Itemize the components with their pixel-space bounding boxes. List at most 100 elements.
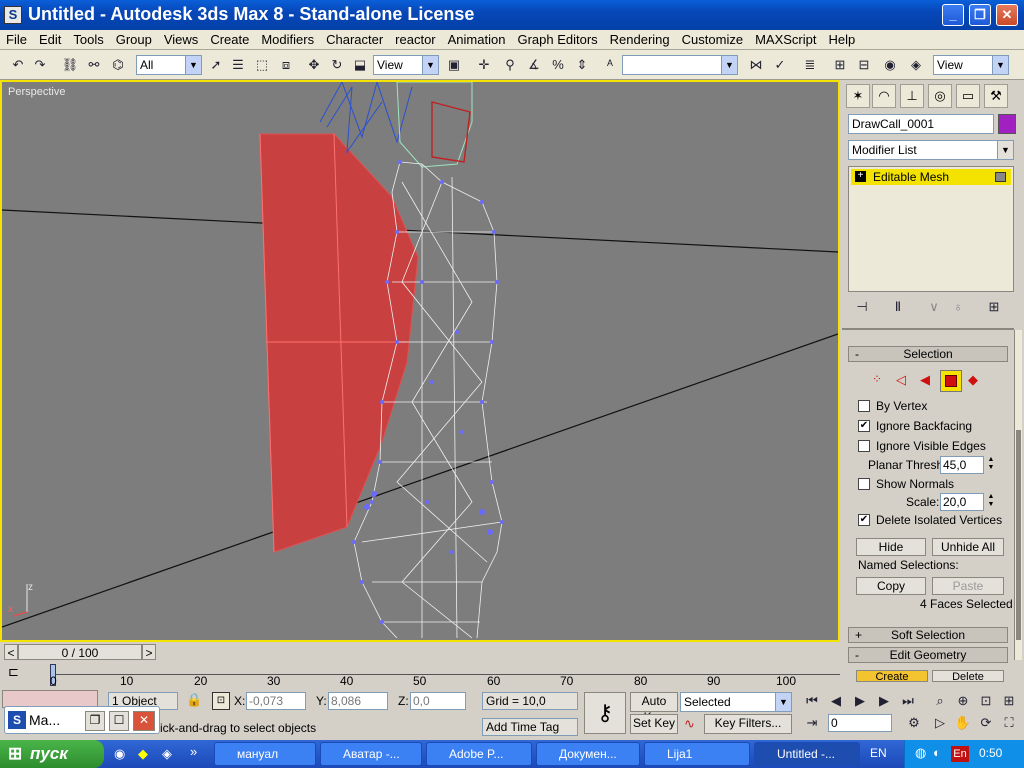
field-of-view-icon[interactable]: ▷ bbox=[930, 712, 950, 734]
copy-button[interactable]: Copy bbox=[856, 577, 926, 595]
close-button[interactable]: ✕ bbox=[996, 4, 1018, 26]
menu-create[interactable]: Create bbox=[204, 30, 255, 50]
utilities-tab-icon[interactable]: ⚒ bbox=[984, 84, 1008, 108]
select-manipulate-icon[interactable]: ✛ bbox=[474, 54, 494, 76]
previous-frame-icon[interactable]: ◀ bbox=[826, 690, 846, 712]
edge-subobject-icon[interactable]: ◁ bbox=[896, 372, 906, 388]
y-coord-field[interactable]: 8,086 bbox=[328, 692, 388, 710]
display-tab-icon[interactable]: ▭ bbox=[956, 84, 980, 108]
pin-stack-icon[interactable]: ⊣ bbox=[852, 296, 872, 318]
bind-space-warp-icon[interactable]: ⌬ bbox=[108, 54, 128, 76]
quicklaunch-icon-2[interactable]: ◆ bbox=[138, 746, 148, 762]
show-end-result-icon[interactable]: Ⅱ bbox=[888, 296, 908, 318]
menu-group[interactable]: Group bbox=[110, 30, 158, 50]
tray-language-badge[interactable]: En bbox=[951, 746, 969, 762]
mini-curve-editor-icon[interactable]: ⊏ bbox=[8, 664, 19, 680]
key-mode-dropdown[interactable]: Selected ▼ bbox=[680, 692, 792, 712]
planar-thresh-spinner[interactable]: 45,0 bbox=[940, 456, 984, 474]
configure-modifier-sets-icon[interactable]: ⊞ bbox=[984, 296, 1004, 318]
vertex-subobject-icon[interactable]: ⁘ bbox=[872, 372, 882, 386]
maximize-viewport-icon[interactable]: ⛶ bbox=[999, 712, 1019, 734]
menu-help[interactable]: Help bbox=[822, 30, 861, 50]
zoom-all-icon[interactable]: ⊕ bbox=[953, 690, 973, 712]
menu-customize[interactable]: Customize bbox=[676, 30, 749, 50]
curve-editor-icon[interactable]: ⊞ bbox=[830, 54, 850, 76]
snap-toggle-icon[interactable]: ⚲ bbox=[500, 54, 520, 76]
stack-item-editable-mesh[interactable]: + Editable Mesh bbox=[851, 169, 1011, 185]
menu-character[interactable]: Character bbox=[320, 30, 389, 50]
volume-icon[interactable]: ◐ bbox=[933, 745, 941, 760]
time-slider-thumb[interactable]: 0 / 100 bbox=[18, 644, 142, 660]
quicklaunch-icon-1[interactable]: ◉ bbox=[114, 746, 125, 762]
create-button[interactable]: Create bbox=[856, 670, 928, 682]
menu-animation[interactable]: Animation bbox=[442, 30, 512, 50]
make-unique-icon[interactable]: ∨ bbox=[924, 296, 944, 318]
menu-modifiers[interactable]: Modifiers bbox=[255, 30, 320, 50]
pivot-center-icon[interactable]: ▣ bbox=[444, 54, 464, 76]
material-editor-icon[interactable]: ◉ bbox=[880, 54, 900, 76]
hierarchy-tab-icon[interactable]: ⊥ bbox=[900, 84, 924, 108]
start-button[interactable]: ⊞ пуск bbox=[0, 740, 104, 768]
undo-icon[interactable]: ↶ bbox=[8, 54, 28, 76]
schematic-view-icon[interactable]: ⊟ bbox=[854, 54, 874, 76]
angle-snap-icon[interactable]: ∡ bbox=[524, 54, 544, 76]
named-selection-sets-dropdown[interactable]: ▼ bbox=[622, 55, 738, 75]
close-icon[interactable]: ✕ bbox=[133, 711, 155, 731]
key-tangent-icon[interactable]: ∿ bbox=[684, 716, 695, 732]
object-name-field[interactable]: DrawCall_0001 bbox=[848, 114, 994, 134]
pan-view-icon[interactable]: ✋ bbox=[953, 712, 973, 734]
expand-icon[interactable]: + bbox=[855, 171, 866, 182]
language-indicator[interactable]: EN bbox=[870, 746, 887, 760]
rotate-icon[interactable]: ↻ bbox=[327, 54, 347, 76]
select-object-icon[interactable]: ➚ bbox=[206, 54, 226, 76]
modifier-list-dropdown[interactable]: Modifier List ▼ bbox=[848, 140, 1014, 160]
zoom-extents-all-icon[interactable]: ⊞ bbox=[999, 690, 1019, 712]
move-icon[interactable]: ✥ bbox=[304, 54, 324, 76]
add-time-tag-field[interactable]: Add Time Tag bbox=[482, 718, 578, 736]
percent-snap-icon[interactable]: % bbox=[548, 54, 568, 76]
perspective-viewport[interactable]: Perspective z x bbox=[0, 80, 840, 642]
minimized-window[interactable]: S Ma... ❐ ☐ ✕ bbox=[4, 706, 160, 734]
scale-icon[interactable]: ⬓ bbox=[350, 54, 370, 76]
taskbar-item-avatar[interactable]: Аватар -... bbox=[320, 742, 422, 766]
create-tab-icon[interactable]: ✶ bbox=[846, 84, 870, 108]
lock-icon[interactable]: 🔒 bbox=[186, 692, 202, 708]
menu-file[interactable]: File bbox=[0, 30, 33, 50]
time-slider-next-button[interactable]: > bbox=[142, 644, 156, 660]
element-subobject-icon[interactable]: ◆ bbox=[968, 372, 978, 388]
go-to-start-icon[interactable]: ⏮ bbox=[802, 690, 822, 712]
maximize-icon[interactable]: ☐ bbox=[109, 711, 129, 731]
align-icon[interactable]: ✓ bbox=[770, 54, 790, 76]
spinner-snap-icon[interactable]: ⇕ bbox=[572, 54, 592, 76]
taskbar-item-adobe[interactable]: Adobe P... bbox=[426, 742, 532, 766]
remove-modifier-icon[interactable]: ♁ bbox=[948, 296, 968, 318]
scale-spinner[interactable]: 20,0 bbox=[940, 493, 984, 511]
menu-views[interactable]: Views bbox=[158, 30, 204, 50]
render-type-dropdown[interactable]: View ▼ bbox=[933, 55, 1009, 75]
panel-scrollbar[interactable] bbox=[1014, 330, 1022, 660]
spinner-arrows-icon[interactable]: ▲ ▼ bbox=[985, 493, 997, 511]
menu-edit[interactable]: Edit bbox=[33, 30, 67, 50]
paste-button[interactable]: Paste bbox=[932, 577, 1004, 595]
face-subobject-icon[interactable]: ◀ bbox=[920, 372, 930, 388]
menu-rendering[interactable]: Rendering bbox=[604, 30, 676, 50]
stack-visibility-icon[interactable] bbox=[995, 172, 1006, 182]
edit-geometry-rollout-header[interactable]: - Edit Geometry bbox=[848, 647, 1008, 663]
ignore-backfacing-checkbox[interactable]: ✔ bbox=[858, 420, 870, 432]
spinner-arrows-icon[interactable]: ▲ ▼ bbox=[985, 456, 997, 474]
time-slider-prev-button[interactable]: < bbox=[4, 644, 18, 660]
zoom-extents-icon[interactable]: ⊡ bbox=[976, 690, 996, 712]
play-icon[interactable]: ▶ bbox=[850, 690, 870, 712]
time-configuration-icon[interactable]: ⚙ bbox=[904, 712, 924, 734]
selection-filter-dropdown[interactable]: All ▼ bbox=[136, 55, 202, 75]
x-coord-field[interactable]: -0,073 bbox=[246, 692, 306, 710]
hide-button[interactable]: Hide bbox=[856, 538, 926, 556]
quicklaunch-more-icon[interactable]: » bbox=[190, 744, 197, 759]
auto-key-button[interactable]: Auto Key bbox=[630, 692, 678, 724]
set-key-icon[interactable]: ⚷ bbox=[584, 692, 626, 734]
polygon-subobject-icon[interactable] bbox=[940, 370, 962, 392]
track-bar[interactable]: ⊏ 0 10 20 30 40 50 60 70 80 90 100 bbox=[0, 662, 842, 690]
edit-named-selection-icon[interactable]: ᴬ bbox=[600, 54, 620, 76]
selection-rollout-header[interactable]: - Selection bbox=[848, 346, 1008, 362]
key-filters-button[interactable]: Key Filters... bbox=[704, 714, 792, 734]
